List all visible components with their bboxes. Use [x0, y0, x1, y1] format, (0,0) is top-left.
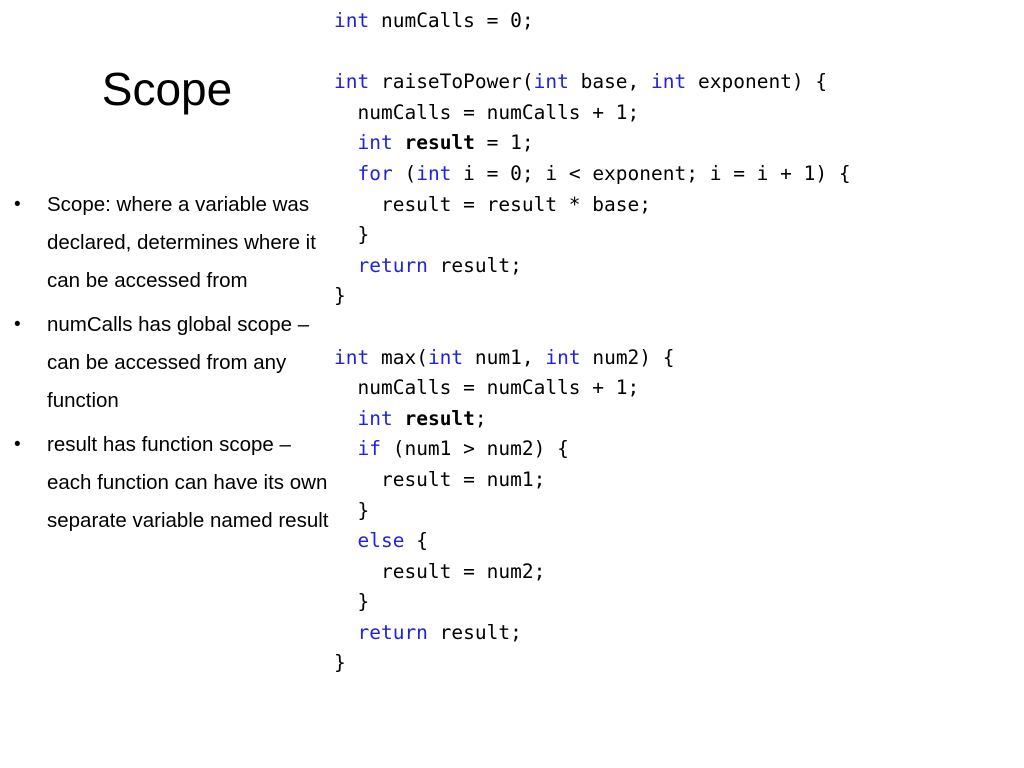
page-title: Scope — [101, 63, 233, 115]
code-text: ; — [474, 406, 487, 430]
code-text: num2) { — [580, 345, 675, 369]
code-text: result = num1; — [334, 467, 546, 491]
code-keyword: int — [416, 161, 452, 185]
bullet-list: • Scope: where a variable was declared, d… — [8, 186, 334, 546]
code-keyword: int — [357, 131, 393, 155]
code-keyword: int — [427, 345, 464, 369]
code-text: (num1 > num2) { — [380, 437, 569, 461]
code-keyword: if — [357, 437, 381, 461]
code-text: } — [334, 498, 370, 522]
code-line: numCalls = numCalls + 1; — [334, 98, 1014, 129]
code-line: numCalls = numCalls + 1; — [334, 373, 1014, 404]
list-item-label: Scope: where a variable was declared, de… — [47, 193, 316, 292]
code-line: if (num1 > num2) { — [334, 434, 1014, 465]
slide-canvas: Scope • Scope: where a variable was decla… — [0, 0, 1024, 768]
code-line: result = result * base; — [334, 190, 1014, 221]
code-text: exponent) { — [686, 70, 828, 94]
code-line: int raiseToPower(int base, int exponent)… — [334, 67, 1014, 98]
code-keyword: return — [357, 253, 428, 277]
code-text: result; — [427, 620, 522, 644]
code-keyword: else — [357, 529, 405, 553]
code-line: } — [334, 281, 1014, 312]
list-item-label: result has function scope – each functio… — [47, 433, 329, 532]
bullet-dot-icon: • — [14, 194, 21, 215]
code-line: } — [334, 648, 1014, 679]
code-text: num1, — [463, 345, 546, 369]
list-item: • numCalls has global scope – can be acce… — [8, 306, 334, 420]
code-line: result = num1; — [334, 465, 1014, 496]
code-text: } — [334, 284, 346, 308]
code-text: result; — [427, 253, 522, 277]
code-line: for (int i = 0; i < exponent; i = i + 1)… — [334, 159, 1014, 190]
code-text: result = result * base; — [334, 192, 651, 216]
code-identifier-highlight: result — [404, 406, 475, 430]
code-text: } — [334, 223, 370, 247]
code-text: numCalls = numCalls + 1; — [334, 100, 640, 124]
list-item-label: numCalls has global scope – can be acces… — [47, 313, 310, 412]
code-text: numCalls = numCalls + 1; — [334, 376, 640, 400]
code-line: int result; — [334, 404, 1014, 435]
code-line: int result = 1; — [334, 128, 1014, 159]
code-text: = 1; — [474, 131, 534, 155]
code-keyword: int — [357, 406, 393, 430]
bullet-dot-icon: • — [14, 434, 21, 455]
code-text: base, — [568, 70, 652, 94]
bullet-dot-icon: • — [14, 314, 21, 335]
code-line: return result; — [334, 618, 1014, 649]
code-line: else { — [334, 526, 1014, 557]
code-identifier-highlight: result — [404, 131, 475, 155]
code-keyword: int — [334, 345, 370, 369]
code-line: result = num2; — [334, 557, 1014, 588]
code-keyword: int — [651, 70, 687, 94]
code-keyword: int — [334, 9, 370, 32]
code-keyword: int — [533, 70, 569, 94]
code-text: raiseToPower( — [369, 70, 534, 94]
code-keyword: return — [357, 620, 428, 644]
code-text: { — [404, 529, 428, 553]
code-text: } — [334, 651, 346, 675]
code-text: } — [334, 590, 370, 614]
code-text: result = num2; — [334, 559, 546, 583]
code-keyword: for — [357, 161, 393, 185]
code-text: max( — [369, 345, 428, 369]
code-text: ( — [392, 161, 417, 185]
code-line: } — [334, 496, 1014, 527]
code-line: int numCalls = 0; — [334, 6, 1014, 37]
code-block: int numCalls = 0; int raiseToPower(int b… — [334, 6, 1014, 679]
code-line: return result; — [334, 251, 1014, 282]
code-text: i = 0; i < exponent; i = i + 1) { — [451, 161, 851, 185]
code-line: int max(int num1, int num2) { — [334, 343, 1014, 374]
code-line: } — [334, 220, 1014, 251]
code-keyword: int — [334, 70, 370, 94]
code-line: } — [334, 587, 1014, 618]
list-item: • Scope: where a variable was declared, d… — [8, 186, 334, 300]
list-item: • result has function scope – each functi… — [8, 426, 334, 540]
code-text: numCalls = 0; — [369, 9, 534, 32]
code-keyword: int — [545, 345, 581, 369]
